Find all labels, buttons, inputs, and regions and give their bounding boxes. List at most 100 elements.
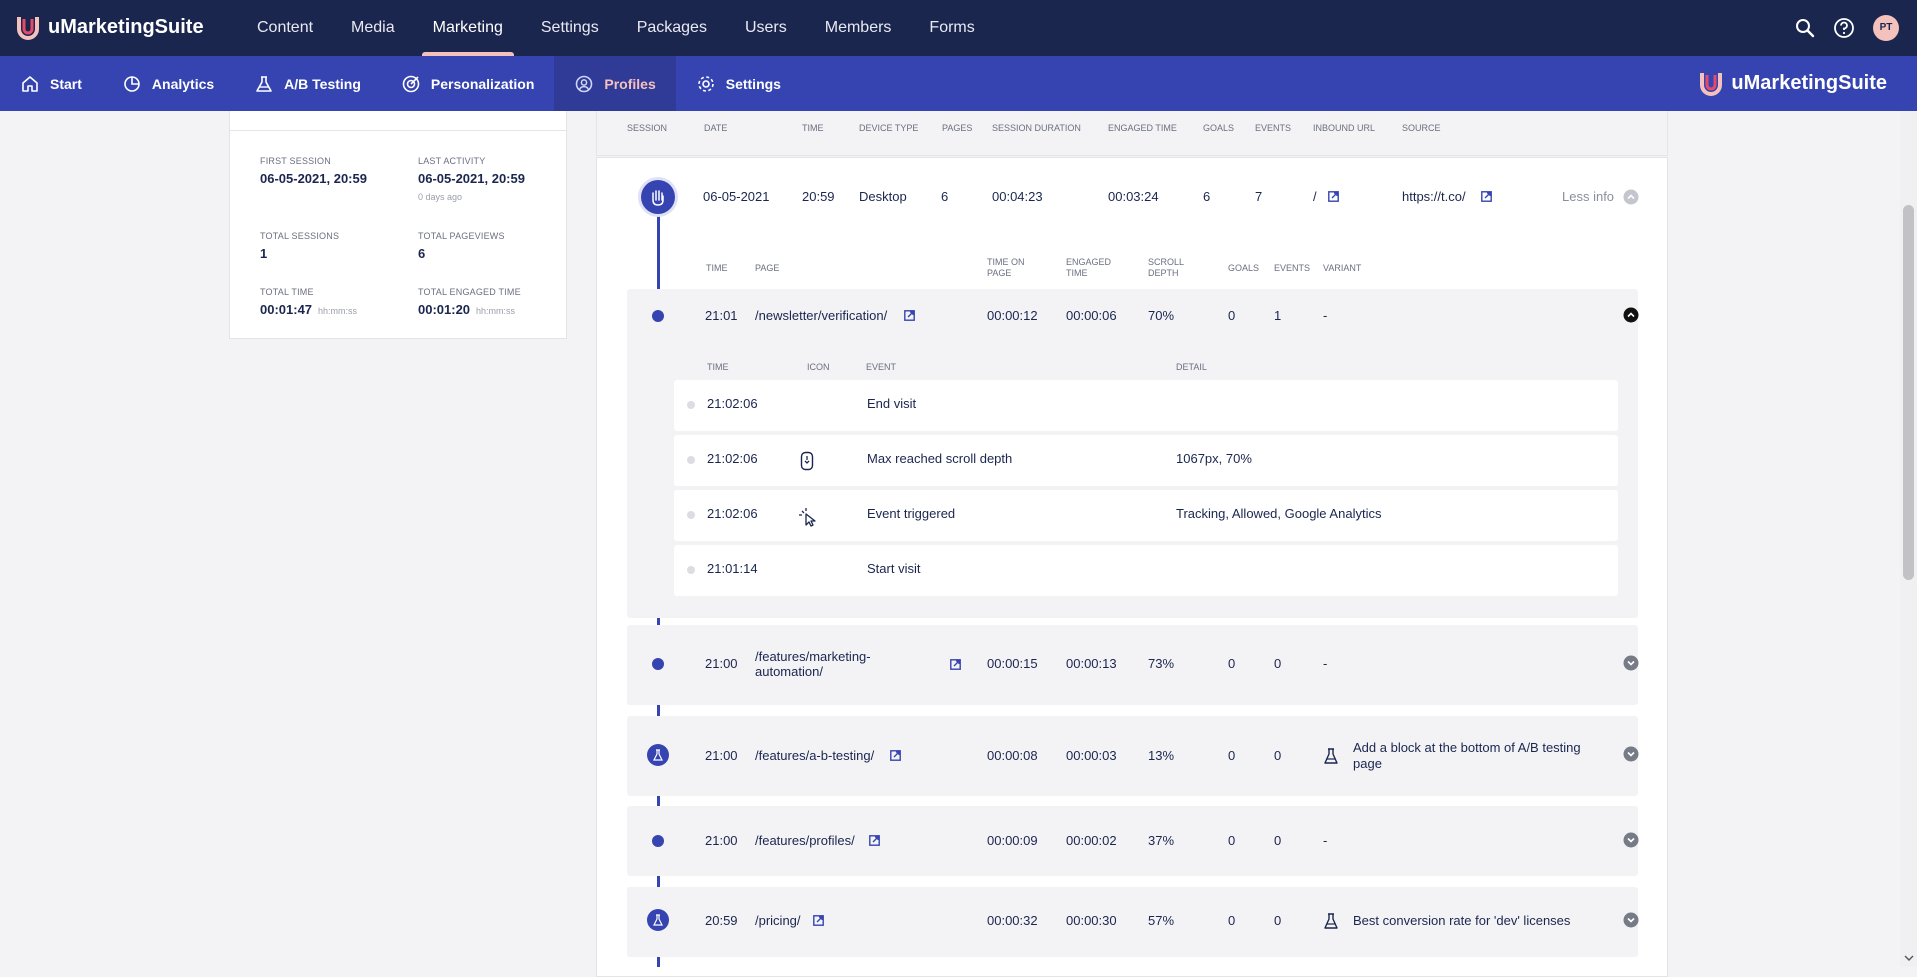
chevron-up-icon[interactable] — [1623, 189, 1639, 205]
chevron-down-icon[interactable] — [1623, 832, 1639, 848]
stat-value-text: 00:01:47 — [260, 302, 313, 317]
pv-goals: 0 — [1228, 913, 1236, 928]
less-info-toggle[interactable]: Less info — [1562, 189, 1614, 204]
subnav-analytics[interactable]: Analytics — [102, 56, 234, 111]
pv-col-events: EVENTS — [1274, 263, 1311, 273]
pv-events: 0 — [1274, 833, 1282, 848]
subnav-personalization[interactable]: Personalization — [381, 56, 554, 111]
event-row: 21:02:06 End visit — [674, 380, 1618, 431]
topnav-content[interactable]: Content — [238, 0, 332, 56]
external-link-icon[interactable] — [950, 659, 961, 670]
topnav-packages[interactable]: Packages — [618, 0, 726, 56]
pv-page: /pricing/ — [755, 913, 801, 928]
subnav-settings[interactable]: Settings — [676, 56, 801, 111]
external-link-icon[interactable] — [813, 915, 824, 926]
external-link-icon[interactable] — [904, 310, 915, 321]
stat-unit: hh:mm:ss — [318, 306, 358, 316]
event-name: End visit — [867, 396, 917, 411]
flask-icon — [653, 749, 663, 761]
event-dot — [687, 566, 695, 574]
flask-icon — [653, 914, 663, 926]
profile-icon — [576, 75, 593, 92]
pv-page: /features/profiles/ — [755, 833, 855, 848]
pv-page: /features/marketing- — [755, 649, 871, 664]
stat-subtext: 0 days ago — [418, 192, 463, 202]
stat-label: TOTAL PAGEVIEWS — [418, 231, 505, 241]
stat-unit: hh:mm:ss — [476, 306, 516, 316]
external-link-icon[interactable] — [1328, 191, 1339, 202]
chevron-down-icon[interactable] — [1623, 912, 1639, 928]
chevron-up-icon[interactable] — [1623, 307, 1639, 323]
stat-value: 06-05-2021, 20:59 — [418, 171, 525, 186]
stat-total-time: TOTAL TIME 00:01:47 hh:mm:ss — [260, 287, 357, 317]
scroll-mouse-icon — [800, 451, 814, 471]
pv-col-page: PAGE — [755, 263, 780, 273]
pv-engaged: 00:00:13 — [1066, 656, 1117, 671]
session-engaged: 00:03:24 — [1108, 189, 1159, 204]
topnav-users[interactable]: Users — [726, 0, 806, 56]
subnav-start[interactable]: Start — [0, 56, 102, 111]
external-link-icon[interactable] — [890, 750, 901, 761]
umarketingsuite-logo-icon — [17, 17, 39, 40]
stat-value: 06-05-2021, 20:59 — [260, 171, 367, 186]
topnav-members[interactable]: Members — [806, 0, 911, 56]
event-row: 21:02:06 Event triggered Tracking, Allow… — [674, 490, 1618, 541]
header-line: PAGE — [987, 268, 1012, 278]
col-events: EVENTS — [1255, 123, 1292, 133]
chevron-down-icon[interactable] — [1623, 746, 1639, 762]
pv-goals: 0 — [1228, 656, 1236, 671]
profile-stats-card: FIRST SESSION 06-05-2021, 20:59 LAST ACT… — [229, 111, 567, 339]
marketing-subnav: Start Analytics A/B Testing Personalizat… — [0, 56, 1917, 111]
col-pages: PAGES — [942, 123, 973, 133]
ev-col-icon: ICON — [807, 362, 830, 372]
pv-engaged: 00:00:03 — [1066, 748, 1117, 763]
pie-chart-icon — [124, 75, 140, 92]
user-avatar[interactable]: PT — [1873, 15, 1899, 41]
pv-engaged: 00:00:06 — [1066, 308, 1117, 323]
help-icon[interactable] — [1833, 17, 1855, 39]
col-goals: GOALS — [1203, 123, 1235, 133]
pv-scroll: 57% — [1148, 913, 1175, 928]
subnav-ab-testing[interactable]: A/B Testing — [234, 56, 381, 111]
umarketingsuite-logo-icon — [1700, 73, 1723, 96]
ev-col-time: TIME — [707, 362, 729, 372]
external-link-icon[interactable] — [869, 835, 880, 846]
pv-events: 0 — [1274, 748, 1282, 763]
col-engaged-time: ENGAGED TIME — [1108, 123, 1177, 133]
event-name: Max reached scroll depth — [867, 451, 1013, 466]
topnav-forms[interactable]: Forms — [910, 0, 993, 56]
pv-page: /newsletter/verification/ — [755, 308, 888, 323]
external-link-icon[interactable] — [1481, 191, 1492, 202]
ev-col-event: EVENT — [866, 362, 897, 372]
pv-page-continued: automation/ — [755, 664, 823, 679]
subnav-brand: uMarketingSuite — [1699, 70, 1887, 96]
event-time: 21:02:06 — [707, 506, 758, 521]
pv-col-scroll-depth: SCROLL DEPTH — [1148, 257, 1184, 279]
stat-value: 6 — [418, 246, 426, 261]
col-device-type: DEVICE TYPE — [859, 123, 919, 133]
top-icons: PT — [1795, 15, 1899, 41]
topnav-settings[interactable]: Settings — [522, 0, 618, 56]
col-source: SOURCE — [1402, 123, 1441, 133]
event-detail: Tracking, Allowed, Google Analytics — [1176, 506, 1382, 521]
pv-col-time: TIME — [706, 263, 728, 273]
search-icon[interactable] — [1795, 18, 1815, 38]
page-scrollbar-thumb[interactable] — [1903, 205, 1914, 580]
session-inbound-url[interactable]: / — [1313, 189, 1317, 204]
session-source[interactable]: https://t.co/ — [1402, 189, 1466, 204]
topnav-media[interactable]: Media — [332, 0, 414, 56]
event-time: 21:02:06 — [707, 451, 758, 466]
event-name: Start visit — [867, 561, 921, 576]
pv-goals: 0 — [1228, 833, 1236, 848]
col-date: DATE — [704, 123, 728, 133]
subnav-profiles[interactable]: Profiles — [554, 56, 676, 111]
header-line: SCROLL — [1148, 257, 1185, 267]
scroll-down-arrow-icon[interactable] — [1904, 954, 1914, 962]
cursor-click-icon — [799, 508, 816, 527]
chevron-down-icon[interactable] — [1623, 655, 1639, 671]
stat-total-engaged-time: TOTAL ENGAGED TIME 00:01:20 hh:mm:ss — [418, 287, 521, 317]
session-date: 06-05-2021 — [703, 189, 770, 204]
topnav-marketing[interactable]: Marketing — [414, 0, 522, 56]
event-row: 21:01:14 Start visit — [674, 545, 1618, 596]
app-logo[interactable]: uMarketingSuite — [16, 14, 204, 40]
